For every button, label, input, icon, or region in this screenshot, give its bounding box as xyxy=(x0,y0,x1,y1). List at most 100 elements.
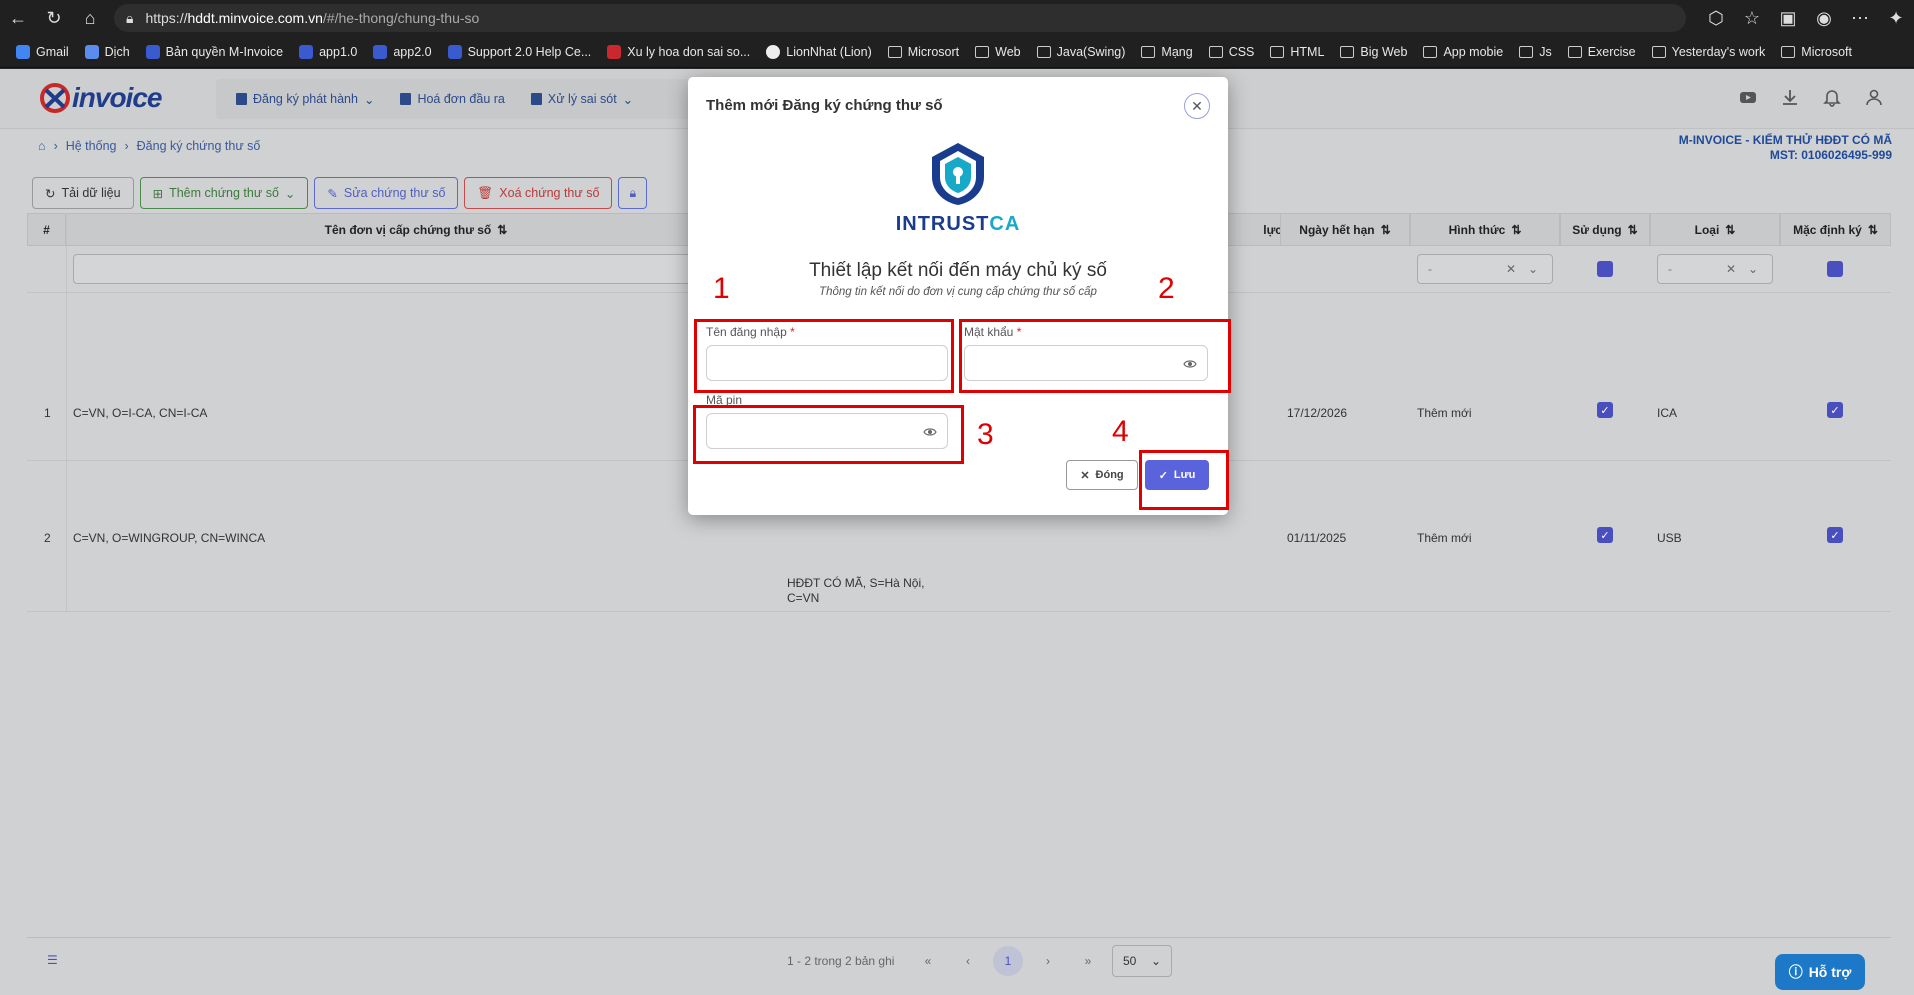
menu-dang-ky-phat-hanh[interactable]: Đăng ký phát hành ⌄ xyxy=(236,92,374,107)
col-use[interactable]: Sử dụng ⇅ xyxy=(1560,213,1650,246)
user-icon[interactable] xyxy=(1864,87,1884,107)
youtube-icon[interactable] xyxy=(1738,87,1758,107)
filter-type-select[interactable]: - ✕ ⌄ xyxy=(1657,254,1773,284)
bookmark-css[interactable]: CSS xyxy=(1201,40,1263,64)
modal-heading: Thiết lập kết nối đến máy chủ ký số xyxy=(809,260,1107,281)
col-form[interactable]: Hình thức ⇅ xyxy=(1410,213,1560,246)
home-icon[interactable]: ⌂ xyxy=(38,139,46,153)
help-icon: ⓘ xyxy=(1788,964,1803,980)
check-icon: ✓ xyxy=(1827,402,1843,418)
row1-index: 1 xyxy=(44,406,51,420)
support-button[interactable]: ⓘ Hỗ trợ xyxy=(1775,954,1865,990)
address-bar[interactable]: 🔒︎ https://hddt.minvoice.com.vn/#/he-tho… xyxy=(114,4,1686,32)
col-default[interactable]: Mặc định ký ⇅ xyxy=(1780,213,1891,246)
menu-xu-ly-sai-sot[interactable]: Xử lý sai sót ⌄ xyxy=(530,92,633,107)
last-page-button[interactable]: » xyxy=(1073,946,1103,976)
bookmark-support[interactable]: Support 2.0 Help Ce... xyxy=(440,40,600,64)
filter-default-checkbox[interactable] xyxy=(1827,261,1843,277)
bookmark-yesterday[interactable]: Yesterday's work xyxy=(1644,40,1774,64)
next-page-button[interactable]: › xyxy=(1033,946,1063,976)
bookmark-microsort[interactable]: Microsort xyxy=(880,40,967,64)
modal-subheading: Thông tin kết nối do đơn vị cung cấp chứ… xyxy=(819,286,1097,298)
favorites-icon[interactable]: ☆ xyxy=(1734,0,1770,36)
url-path: /#/he-thong/chung-thu-so xyxy=(322,10,480,26)
menu-hoa-don-dau-ra[interactable]: Hoá đơn đầu ra xyxy=(400,92,505,106)
logo[interactable]: invoice xyxy=(38,81,162,115)
close-icon[interactable]: ✕ xyxy=(1184,93,1210,119)
org-mst: MST: 0106026495-999 xyxy=(1769,148,1892,162)
page-size-select[interactable]: 50 ⌄ xyxy=(1112,945,1172,977)
bookmark-mang[interactable]: Mạng xyxy=(1133,40,1200,64)
breadcrumb-he-thong[interactable]: Hệ thống xyxy=(66,139,117,153)
col-issuer[interactable]: Tên đơn vị cấp chứng thư số ⇅ xyxy=(66,213,766,246)
filter-form-select[interactable]: - ✕ ⌄ xyxy=(1417,254,1553,284)
lock-button[interactable]: 🔒︎ xyxy=(618,177,648,209)
add-certificate-button[interactable]: ⊞ Thêm chứng thư số ⌄ xyxy=(139,177,309,209)
first-page-button[interactable]: « xyxy=(913,946,943,976)
sort-icon: ⇅ xyxy=(1725,222,1736,237)
row1-issuer[interactable]: C=VN, O=I-CA, CN=I-CA xyxy=(73,406,207,420)
bookmark-web[interactable]: Web xyxy=(967,40,1028,64)
more-icon[interactable]: ⋯ xyxy=(1842,0,1878,36)
collections-icon[interactable]: ▣ xyxy=(1770,0,1806,36)
page-1-button[interactable]: 1 xyxy=(993,946,1023,976)
row2-subject-1: HĐĐT CÓ MÃ, S=Hà Nội, xyxy=(787,576,925,590)
row2-issuer[interactable]: C=VN, O=WINGROUP, CN=WINCA xyxy=(73,531,265,545)
row2-form: Thêm mới xyxy=(1417,531,1472,545)
prev-page-button[interactable]: ‹ xyxy=(953,946,983,976)
github-icon xyxy=(766,44,781,59)
bookmark-ban-quyen[interactable]: Bản quyền M-Invoice xyxy=(138,40,291,64)
clear-icon[interactable]: ✕ xyxy=(1726,262,1736,276)
extensions-icon[interactable]: ⬡ xyxy=(1698,0,1734,36)
bookmark-app-mobie[interactable]: App mobie xyxy=(1415,40,1511,64)
clear-icon[interactable]: ✕ xyxy=(1506,262,1516,276)
check-icon: ✓ xyxy=(1597,402,1613,418)
browser-toolbar: ← ↻ ⌂ 🔒︎ https://hddt.minvoice.com.vn/#/… xyxy=(0,0,1914,36)
reload-button[interactable]: ↻ Tải dữ liệu xyxy=(32,177,134,209)
check-icon: ✓ xyxy=(1827,527,1843,543)
list-icon[interactable]: ☰ xyxy=(47,953,58,967)
home-icon[interactable]: ⌂ xyxy=(72,0,108,36)
bookmark-microsoft[interactable]: Microsoft xyxy=(1773,40,1860,64)
col-expire[interactable]: Ngày hết hạn ⇅ xyxy=(1280,213,1410,246)
folder-icon xyxy=(1651,45,1666,58)
folder-icon xyxy=(1340,45,1355,58)
col-type[interactable]: Loại ⇅ xyxy=(1650,213,1780,246)
profile-icon[interactable]: ◉ xyxy=(1806,0,1842,36)
row2-use-checkbox[interactable]: ✓ xyxy=(1597,527,1613,543)
reload-icon[interactable]: ↻ xyxy=(36,0,72,36)
bell-icon[interactable] xyxy=(1822,87,1842,107)
copilot-icon[interactable]: ✦ xyxy=(1878,0,1914,36)
bookmark-big-web[interactable]: Big Web xyxy=(1332,40,1415,64)
row2-default-checkbox[interactable]: ✓ xyxy=(1827,527,1843,543)
row1-default-checkbox[interactable]: ✓ xyxy=(1827,402,1843,418)
download-icon[interactable] xyxy=(1780,87,1800,107)
annotation-box-1 xyxy=(694,319,954,393)
sort-icon: ⇅ xyxy=(1867,222,1878,237)
row1-form: Thêm mới xyxy=(1417,406,1472,420)
google-icon xyxy=(16,44,30,59)
row1-use-checkbox[interactable]: ✓ xyxy=(1597,402,1613,418)
delete-certificate-button[interactable]: 🗑︎ Xoá chứng thư số xyxy=(464,177,613,209)
bookmark-dich[interactable]: Dịch xyxy=(77,40,138,64)
col-index: # xyxy=(27,213,66,246)
shield-icon xyxy=(932,143,984,205)
bookmark-js[interactable]: Js xyxy=(1511,40,1560,64)
bookmark-lionnhat[interactable]: LionNhat (Lion) xyxy=(758,40,879,64)
bookmark-app1[interactable]: app1.0 xyxy=(291,40,365,64)
filter-issuer-input[interactable] xyxy=(73,254,713,284)
bookmark-gmail[interactable]: Gmail xyxy=(8,40,77,64)
bookmark-exercise[interactable]: Exercise xyxy=(1560,40,1644,64)
bookmark-app2[interactable]: app2.0 xyxy=(365,40,439,64)
close-icon: ✕ xyxy=(1080,469,1090,482)
row2-index: 2 xyxy=(44,531,51,545)
bookmark-html[interactable]: HTML xyxy=(1262,40,1332,64)
edit-certificate-button[interactable]: ✎ Sửa chứng thư số xyxy=(314,177,459,209)
annotation-box-4 xyxy=(1139,450,1229,510)
back-icon[interactable]: ← xyxy=(0,0,36,36)
close-button[interactable]: ✕ Đóng xyxy=(1066,460,1138,490)
org-name: M-INVOICE - KIỂM THỬ HĐĐT CÓ MÃ xyxy=(1678,133,1892,147)
bookmark-java[interactable]: Java(Swing) xyxy=(1029,40,1134,64)
filter-use-checkbox[interactable] xyxy=(1597,261,1613,277)
bookmark-xu-ly[interactable]: Xu ly hoa don sai so... xyxy=(599,40,758,64)
